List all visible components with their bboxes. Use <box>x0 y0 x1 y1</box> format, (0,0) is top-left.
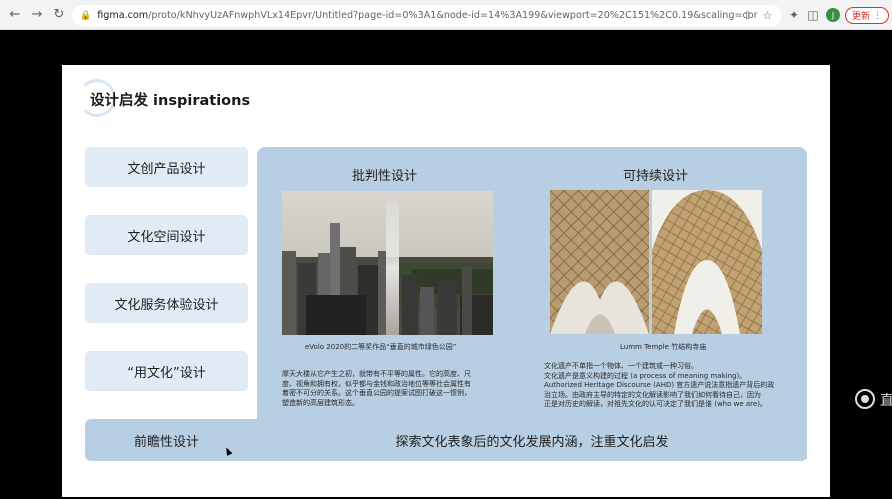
bamboo-structure-photo-left <box>550 190 649 334</box>
reload-icon[interactable]: ↻ <box>48 4 70 26</box>
bamboo-structure-photo-right <box>652 190 762 334</box>
prototype-slide: 设计启发 inspirations 文创产品设计 文化空间设计 文化服务体验设计… <box>62 65 830 497</box>
critical-design-title: 批判性设计 <box>352 169 418 184</box>
lock-icon: 🔒 <box>80 10 92 21</box>
critical-design-caption: eVolo 2020的二等奖作品“垂直的城市绿色公园” <box>305 343 457 351</box>
url-text: figma.com/proto/kNhvyUzAFnwphVLx14Epvr/U… <box>97 10 758 21</box>
city-skyline-photo <box>282 191 493 335</box>
star-icon[interactable]: ☆ <box>760 8 775 23</box>
sustainable-design-caption: Lumm Temple 竹结构寺庙 <box>620 343 707 351</box>
record-icon[interactable] <box>855 389 875 409</box>
side-label: 直 <box>880 393 892 409</box>
update-button[interactable]: 更新 ⋮ <box>845 7 889 24</box>
back-icon[interactable]: ← <box>4 4 26 26</box>
forward-icon[interactable]: → <box>26 4 48 26</box>
menu-item-cultural-space[interactable]: 文化空间设计 <box>85 215 248 255</box>
menu-item-cultural-products[interactable]: 文创产品设计 <box>85 147 248 187</box>
menu-item-use-culture[interactable]: “用文化”设计 <box>85 351 248 391</box>
critical-design-description: 摩天大楼从它产生之初，就带有不平等的属性。它的高度、尺 度、视角和拥有权，似乎都… <box>282 370 471 407</box>
slide-title: 设计启发 inspirations <box>90 93 251 109</box>
bottom-summary: 探索文化表象后的文化发展内涵，注重文化启发 <box>395 434 669 450</box>
extensions-icon[interactable]: ✦ <box>786 7 802 23</box>
share-icon[interactable]: ⇧ <box>740 8 755 23</box>
address-bar[interactable]: 🔒 figma.com/proto/kNhvyUzAFnwphVLx14Epvr… <box>72 5 782 26</box>
menu-item-cultural-service[interactable]: 文化服务体验设计 <box>85 283 248 323</box>
sidebar-icon[interactable]: ◫ <box>805 7 821 23</box>
menu-item-forward-looking[interactable]: 前瞻性设计 <box>85 419 248 461</box>
avatar[interactable]: J <box>826 8 840 22</box>
sustainable-design-description: 文化遗产不单指一个物体、一个建筑或一种习俗。 文化遗产是意义构建的过程 (a p… <box>544 362 775 409</box>
browser-toolbar: ← → ↻ 🔒 figma.com/proto/kNhvyUzAFnwphVLx… <box>0 0 892 30</box>
sustainable-design-title: 可持续设计 <box>623 169 689 184</box>
